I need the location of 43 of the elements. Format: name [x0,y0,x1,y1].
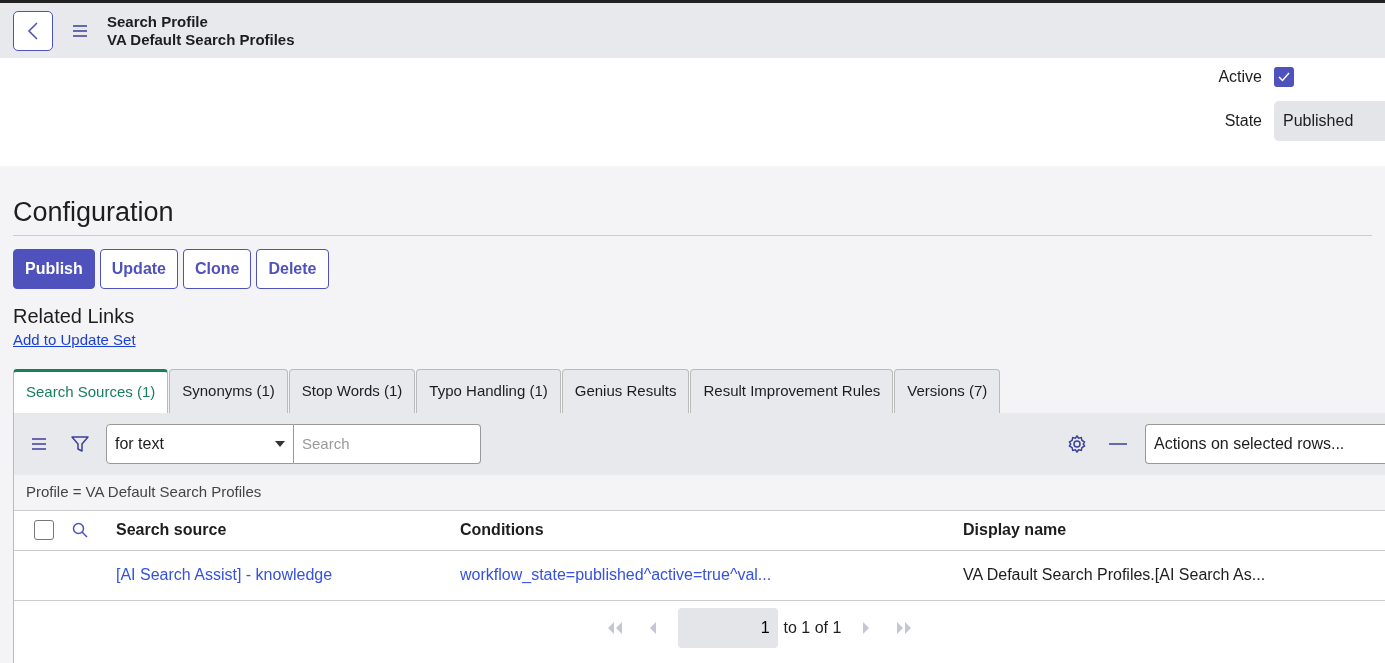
tab[interactable]: Search Sources (1) [13,368,169,413]
active-checkbox[interactable] [1274,67,1294,87]
actions-select[interactable]: Actions on selected rows... [1145,423,1385,464]
tab[interactable]: Stop Words (1) [288,368,416,413]
settings-icon [1067,433,1087,454]
tab[interactable]: Versions (7) [894,368,1001,413]
header-title: Search Profile [107,12,209,31]
double-right-arrow-icon [897,621,914,634]
minus-icon [1109,441,1127,446]
select-all-checkbox[interactable] [34,520,54,541]
table-link[interactable]: [AI Search Assist] - knowledge [116,566,333,584]
state-field[interactable]: Published [1274,101,1385,141]
tab[interactable]: Synonyms (1) [169,368,288,413]
right-arrow-icon [863,621,872,634]
table-cell: VA Default Search Profiles.[AI Search As... [963,566,1266,584]
search-input[interactable]: Search [294,423,481,464]
action-button[interactable]: Update [99,249,178,290]
action-button[interactable]: Clone [183,249,252,290]
back-button[interactable] [13,10,53,51]
related-link[interactable]: Add to Update Set [13,331,136,349]
dropdown-caret-icon [275,440,285,447]
column-header[interactable]: Display name [963,521,1067,539]
action-button[interactable]: Delete [256,249,329,290]
tab[interactable]: Result Improvement Rules [690,368,894,413]
field-label: Active [1218,67,1262,87]
related-links-heading: Related Links [13,304,136,330]
tab[interactable]: Genius Results [561,368,690,413]
field-label: State [1224,111,1262,131]
page-number-field[interactable]: 1 [677,607,778,648]
filter-breadcrumb[interactable]: Profile = VA Default Search Profiles [26,481,262,504]
search-icon [72,522,88,539]
section-heading: Configuration [13,196,1372,237]
action-button[interactable]: Publish [13,249,95,290]
tab[interactable]: Typo Handling (1) [416,368,561,413]
column-header[interactable]: Conditions [460,521,544,539]
header-subtitle: VA Default Search Profiles [107,30,295,49]
checkmark-icon [1278,72,1290,82]
search-field-select[interactable]: for text [106,423,294,464]
filter-icon [70,433,90,454]
column-search-button[interactable] [72,522,88,539]
column-header[interactable]: Search source [116,521,227,539]
page-summary: to 1 of 1 [783,617,842,638]
table-link[interactable]: workflow_state=published^active=true^val... [460,566,772,584]
